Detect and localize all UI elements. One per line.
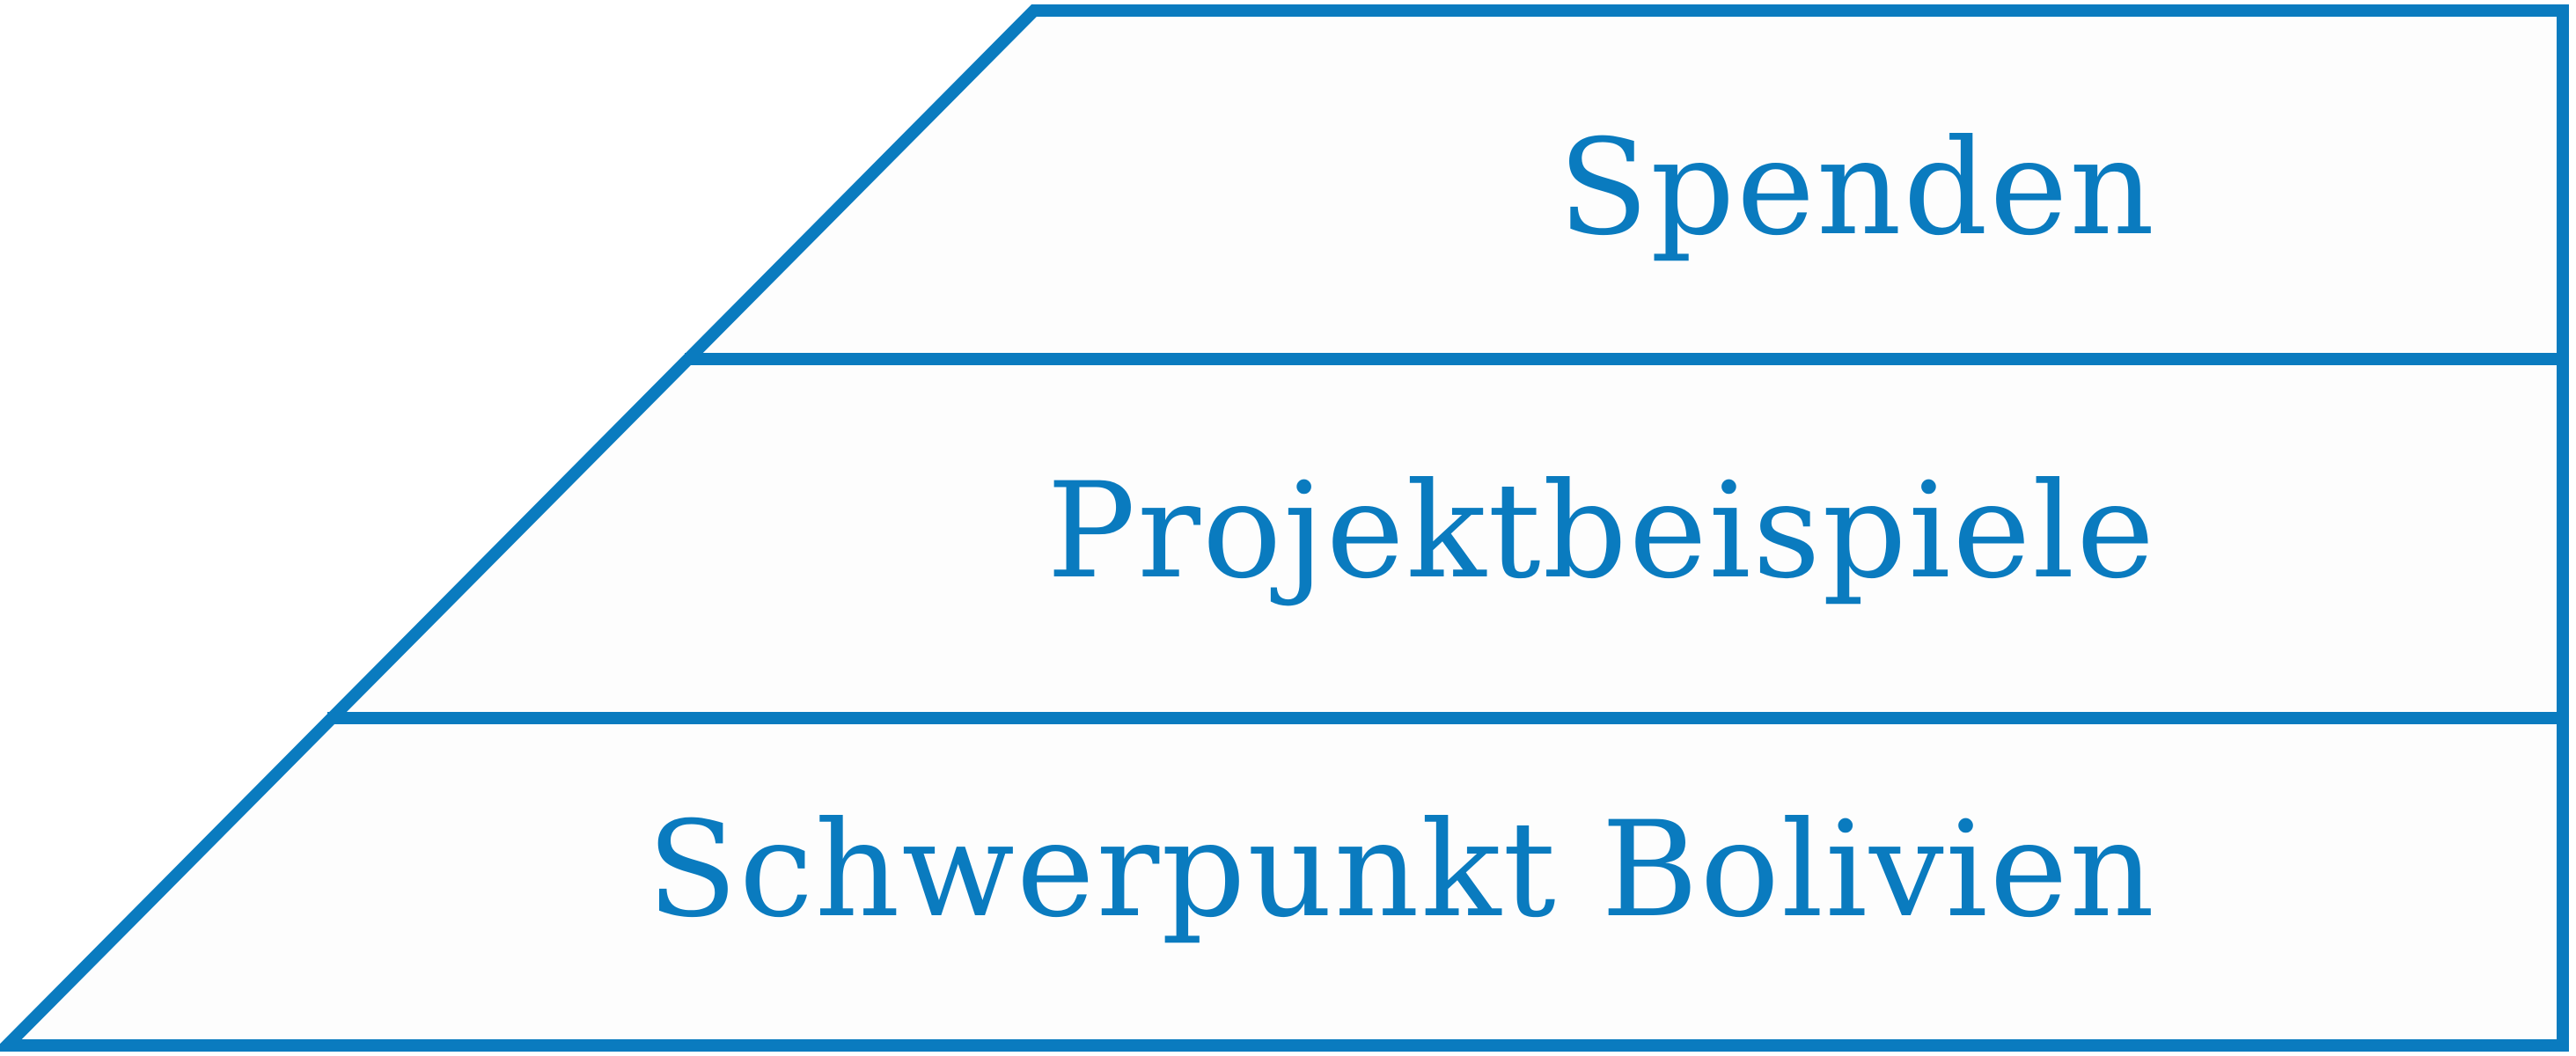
level-label-schwerpunkt-bolivien: Schwerpunkt Bolivien <box>647 794 2156 947</box>
level-label-projektbeispiele: Projektbeispiele <box>1046 455 2156 608</box>
pyramid-shape: Spenden Projektbeispiele Schwerpunkt Bol… <box>0 4 2569 1052</box>
level-label-spenden: Spenden <box>1558 112 2156 265</box>
pyramid-diagram: Spenden Projektbeispiele Schwerpunkt Bol… <box>0 0 2576 1056</box>
